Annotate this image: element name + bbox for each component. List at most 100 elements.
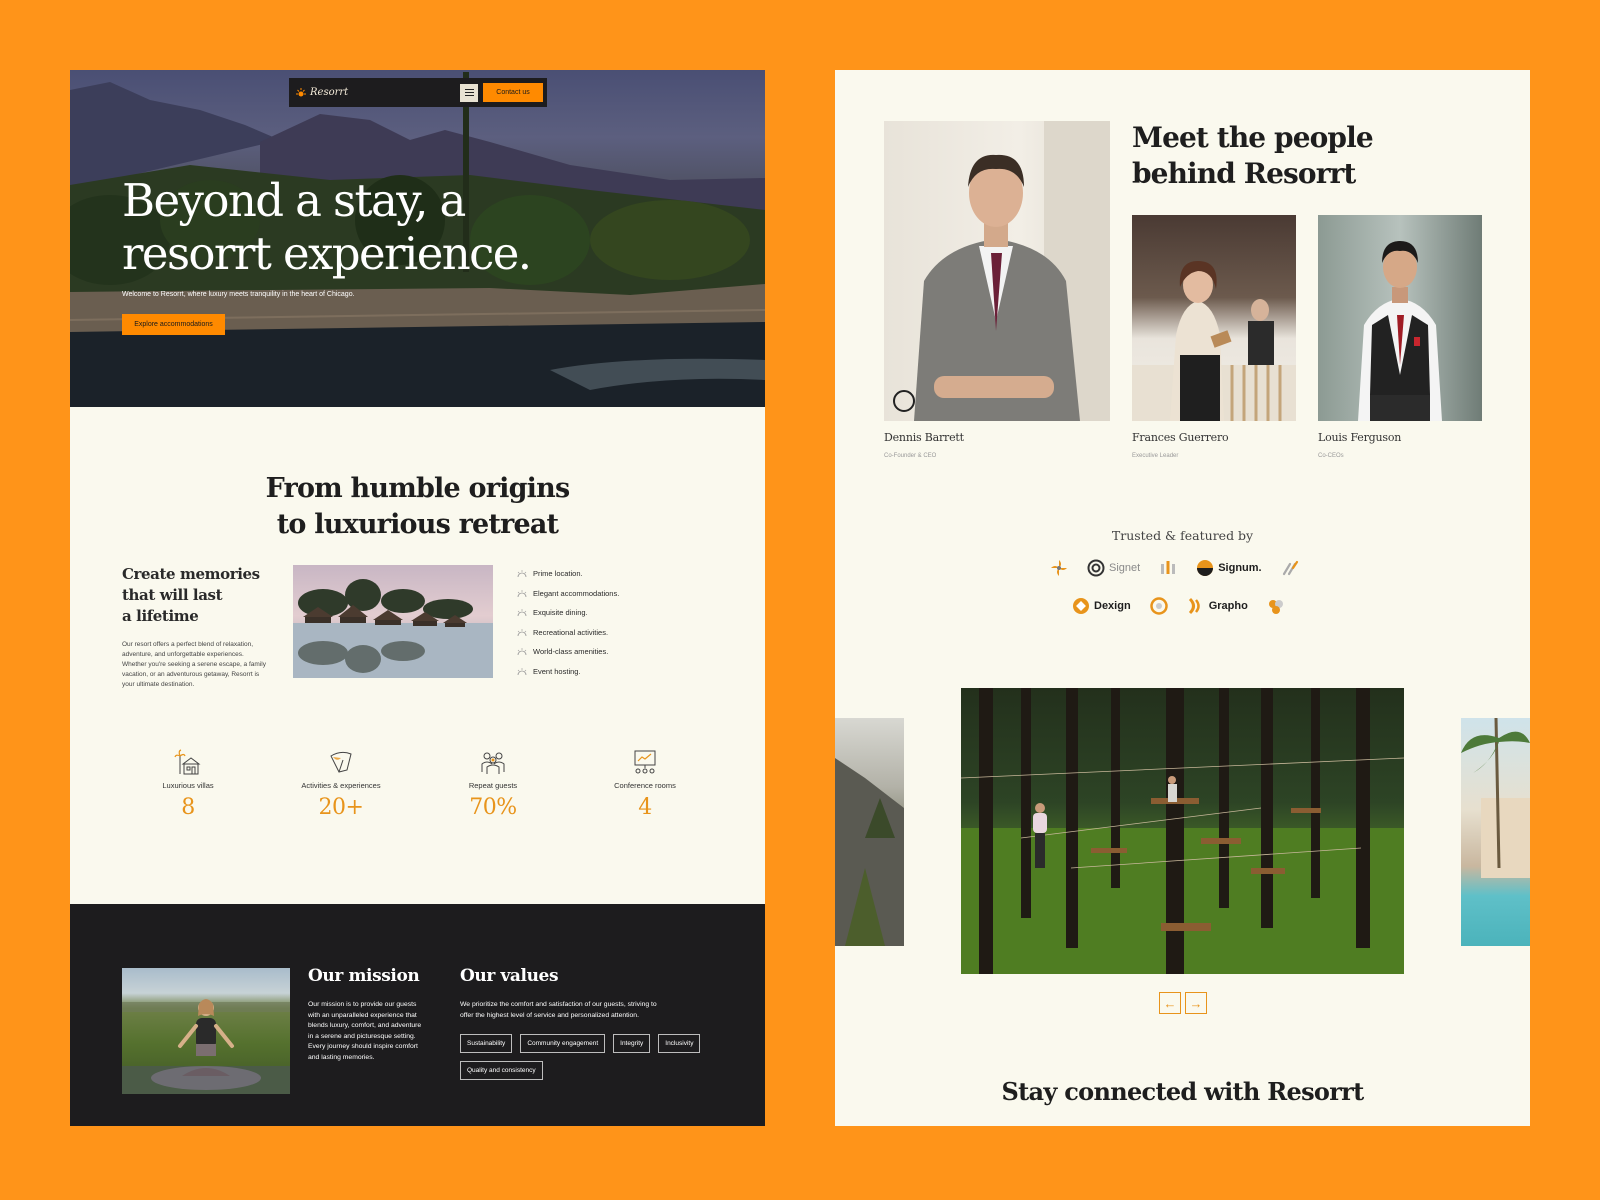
mission-section: Our mission Our mission is to provide ou… <box>70 904 765 1126</box>
sun-icon <box>517 628 527 636</box>
value-tag[interactable]: Quality and consistency <box>460 1061 543 1080</box>
hamburger-menu-icon[interactable] <box>460 83 478 102</box>
gallery-side-image-left <box>835 718 904 946</box>
values-body: We prioritize the comfort and satisfacti… <box>460 1001 657 1019</box>
gallery-side-image-right <box>1461 718 1530 946</box>
hero-subtitle: Welcome to Resorrt, where luxury meets t… <box>122 291 355 298</box>
memories-title: Create memories that will last a lifetim… <box>122 564 260 627</box>
stat-value: 4 <box>638 795 652 820</box>
feature-label: World-class amenities. <box>533 647 609 657</box>
hero-title-line1: Beyond a stay, a <box>122 174 466 227</box>
team-photo-louis <box>1318 215 1482 421</box>
landing-page-panel: Resorrt Contact us Beyond a stay, a reso… <box>70 70 765 1126</box>
team-photo-frances <box>1132 215 1296 421</box>
signum-logo: Signum. <box>1196 559 1262 577</box>
hero-section: Resorrt Contact us Beyond a stay, a reso… <box>70 70 765 407</box>
guests-icon <box>481 752 505 774</box>
team-name: Frances Guerrero <box>1132 431 1229 444</box>
stat-label: Activities & experiences <box>301 781 381 790</box>
list-item: World-class amenities. <box>517 642 619 662</box>
stat-label: Luxurious villas <box>162 781 214 790</box>
diamond-logo-icon <box>1073 598 1089 614</box>
stat-label: Conference rooms <box>614 781 676 790</box>
overwater-villas-image <box>293 565 493 678</box>
top-navbar: Resorrt Contact us <box>289 78 547 107</box>
brand-name: Grapho <box>1208 600 1248 612</box>
dexign-logo: Dexign <box>1072 597 1131 615</box>
list-item: Exquisite dining. <box>517 603 619 623</box>
value-tag[interactable]: Sustainability <box>460 1034 513 1053</box>
stat-repeat-guests: Repeat guests 70% <box>433 748 553 820</box>
pinwheel-logo-icon <box>1051 560 1067 576</box>
team-role: Co-Founder & CEO <box>884 453 937 459</box>
stat-conference: Conference rooms 4 <box>585 748 705 820</box>
stat-label: Repeat guests <box>468 781 518 790</box>
bars-logo-icon <box>1161 561 1176 574</box>
memories-line1: Create memories <box>122 565 260 583</box>
team-title-line1: Meet the people <box>1132 121 1374 154</box>
team-role: Executive Leader <box>1132 453 1179 459</box>
origins-title-line2: to luxurious retreat <box>276 509 559 540</box>
presentation-board-icon <box>634 750 656 774</box>
spiral-logo-icon <box>1087 559 1105 577</box>
brand-logos-row-1: Signet Signum. <box>1049 558 1300 578</box>
stay-connected-title: Stay connected with Resorrt <box>1001 1077 1364 1106</box>
sun-icon <box>517 609 527 617</box>
slashes-logo-icon <box>1282 560 1298 576</box>
memories-line2: that will last <box>122 586 223 604</box>
explore-accommodations-button[interactable]: Explore accommodations <box>122 314 225 335</box>
grapho-logo: Grapho <box>1187 597 1248 615</box>
hero-title: Beyond a stay, a resorrt experience. <box>122 174 532 280</box>
stat-value: 20+ <box>318 795 364 820</box>
feature-list: Prime location. Elegant accommodations. … <box>517 564 619 681</box>
brand-name: Signum. <box>1218 562 1262 574</box>
sun-icon <box>517 570 527 578</box>
list-item: Event hosting. <box>517 662 619 682</box>
stat-value: 70% <box>469 795 517 820</box>
arrow-left-icon[interactable]: ← <box>1159 992 1181 1014</box>
sun-icon <box>517 589 527 597</box>
origins-title-line1: From humble origins <box>265 473 571 504</box>
yoga-woman-image <box>122 968 290 1094</box>
hero-title-line2: resorrt experience. <box>122 227 532 280</box>
value-tag[interactable]: Integrity <box>613 1034 651 1053</box>
team-name: Dennis Barrett <box>884 431 964 444</box>
half-circle-logo-icon <box>1197 560 1214 576</box>
arrow-right-icon[interactable]: → <box>1185 992 1207 1014</box>
circles-logo-icon <box>1268 600 1283 614</box>
list-item: Recreational activities. <box>517 623 619 643</box>
gallery-arrows: ← → <box>1159 992 1207 1014</box>
value-tag[interactable]: Community engagement <box>520 1034 606 1053</box>
feature-label: Prime location. <box>533 569 583 579</box>
sun-icon <box>517 648 527 656</box>
signet-logo: Signet <box>1087 559 1140 577</box>
brand-logos-row-2: Dexign Grapho <box>1072 596 1286 616</box>
sun-icon <box>517 667 527 675</box>
feature-label: Recreational activities. <box>533 627 609 637</box>
brand-logo[interactable]: Resorrt <box>295 87 460 99</box>
team-title: Meet the people behind Resorrt <box>1132 120 1374 192</box>
trusted-title: Trusted & featured by <box>1111 528 1254 543</box>
list-item: Prime location. <box>517 564 619 584</box>
value-tag[interactable]: Inclusivity <box>658 1034 701 1053</box>
values-tags: Sustainability Community engagement Inte… <box>460 1034 720 1080</box>
ring-logo-icon <box>1149 597 1168 615</box>
stat-activities: Activities & experiences 20+ <box>281 748 401 820</box>
gallery-main-image <box>961 688 1404 974</box>
waves-logo-icon <box>1188 597 1200 615</box>
team-name: Louis Ferguson <box>1318 431 1402 444</box>
mission-body: Our mission is to provide our guests wit… <box>308 1001 422 1061</box>
team-page-panel: Meet the people behind Resorrt Dennis Ba… <box>835 70 1530 1126</box>
brand-name: Resorrt <box>310 87 349 98</box>
team-photo-dennis <box>884 121 1110 421</box>
memories-line3: a lifetime <box>122 607 199 625</box>
feature-label: Elegant accommodations. <box>533 588 620 598</box>
team-role: Co-CEOs <box>1318 453 1344 459</box>
contact-button[interactable]: Contact us <box>483 83 543 102</box>
feature-label: Event hosting. <box>533 666 581 676</box>
feature-label: Exquisite dining. <box>533 608 588 618</box>
sun-logo-icon <box>296 87 306 96</box>
values-title: Our values <box>460 966 559 986</box>
mission-title: Our mission <box>308 966 420 986</box>
stat-villas: Luxurious villas 8 <box>128 748 248 820</box>
